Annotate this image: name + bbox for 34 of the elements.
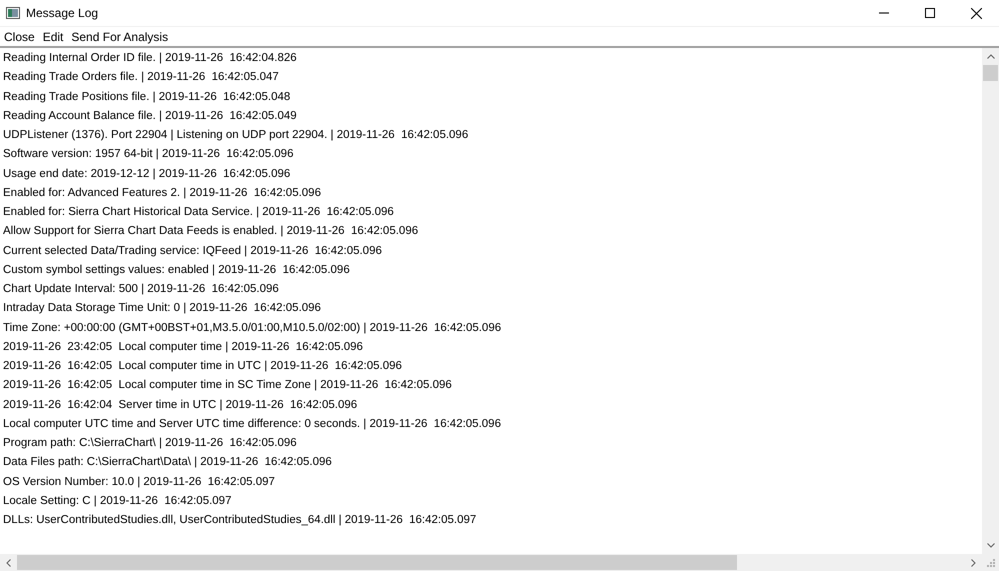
scrollbar-thumb[interactable] xyxy=(17,555,737,570)
log-line: 2019-11-26 16:42:05 Local computer time in SC Time Zone | 2019-11-26 16:42:05.096 xyxy=(3,378,453,394)
log-line: Data Files path: C:\SierraChart\Data\ | 2019-11-26 16:42:05.096 xyxy=(3,455,333,470)
log-line: Local computer UTC time and Server UTC time difference: 0 seconds. | 2019-11-26 16:42:05.096 xyxy=(3,416,502,432)
log-line: Enabled for: Advanced Features 2. | 2019-11-26 16:42:05.096 xyxy=(3,186,322,201)
log-line: Current selected Data/Trading service: IQFeed | 2019-11-26 16:42:05.096 xyxy=(3,244,383,258)
maximize-icon[interactable] xyxy=(925,8,935,18)
log-line: 2019-11-26 16:42:05 Local computer time in UTC | 2019-11-26 16:42:05.096 xyxy=(3,359,403,374)
log-line: Chart Update Interval: 500 | 2019-11-26 16:42:05.096 xyxy=(3,282,280,297)
log-line: Reading Internal Order ID file. | 2019-11-26 16:42:04.826 xyxy=(3,51,298,66)
log-line: Software version: 1957 64-bit | 2019-11-26 16:42:05.096 xyxy=(3,147,294,162)
log-line: OS Version Number: 10.0 | 2019-11-26 16:42:05.097 xyxy=(3,474,276,490)
log-line: Reading Trade Positions file. | 2019-11-26 16:42:05.048 xyxy=(3,90,292,104)
log-line: Intraday Data Storage Time Unit: 0 | 2019-11-26 16:42:05.096 xyxy=(3,301,322,316)
scrollbar-thumb[interactable] xyxy=(983,65,998,81)
log-line: Program path: C:\SierraChart\ | 2019-11-26 16:42:05.096 xyxy=(3,436,298,451)
log-line: Reading Trade Orders file. | 2019-11-26 16:42:05.047 xyxy=(3,70,280,86)
log-line: Usage end date: 2019-12-12 | 2019-11-26 16:42:05.096 xyxy=(3,166,292,182)
app-icon xyxy=(6,7,20,19)
menu-item[interactable]: Send For Analysis xyxy=(67,26,172,46)
window-title: Message Log xyxy=(26,5,98,22)
log-line: UDPListener (1376). Port 22904 | Listening on UDP port 22904. | 2019-11-26 16:42:05.096 xyxy=(3,128,470,143)
log-line: Enabled for: Sierra Chart Historical Data Service. | 2019-11-26 16:42:05.096 xyxy=(3,205,395,220)
menu-item[interactable]: Edit xyxy=(38,26,68,46)
menu-item[interactable]: Close xyxy=(0,26,39,46)
log-line: Locale Setting: C | 2019-11-26 16:42:05.097 xyxy=(3,494,232,509)
log-line: DLLs: UserContributedStudies.dll, UserContributedStudies_64.dll | 2019-11-26 16:42:05.097 xyxy=(3,513,478,528)
log-line: 2019-11-26 16:42:04 Server time in UTC | 2019-11-26 16:42:05.096 xyxy=(3,398,358,412)
log-line: Allow Support for Sierra Chart Data Feeds is enabled. | 2019-11-26 16:42:05.096 xyxy=(3,224,420,240)
log-line: Reading Account Balance file. | 2019-11-26 16:42:05.049 xyxy=(3,108,298,124)
log-line: Time Zone: +00:00:00 (GMT+00BST+01,M3.5.0/01:00,M10.5.0/02:00) | 2019-11-26 16:42:05.096 xyxy=(3,320,502,336)
log-line: 2019-11-26 23:42:05 Local computer time | 2019-11-26 16:42:05.096 xyxy=(3,340,364,355)
close-icon[interactable] xyxy=(970,8,982,18)
log-line: Custom symbol settings values: enabled | 2019-11-26 16:42:05.096 xyxy=(3,262,351,278)
